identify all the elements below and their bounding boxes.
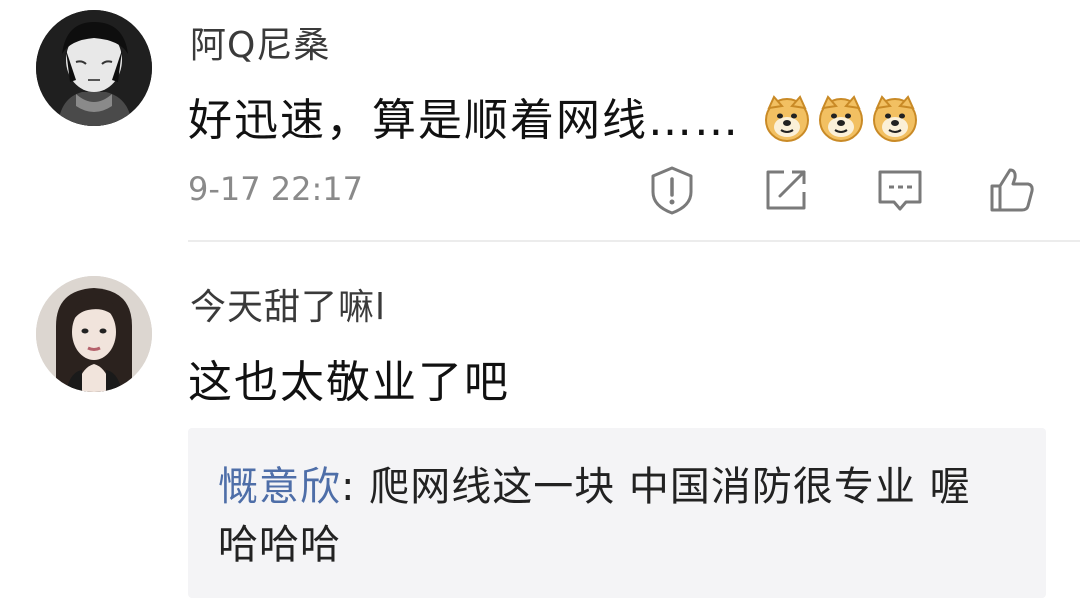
like-icon[interactable]	[986, 164, 1038, 216]
comment-item: 阿Q尼桑 好迅速，算是顺着网线…… 9-17 22:17	[0, 0, 1080, 242]
emoji-group	[762, 94, 920, 144]
reply-author[interactable]: 慨意欣	[218, 464, 341, 510]
comment-actions	[0, 164, 1080, 220]
comment-text: 这也太敬业了吧	[188, 357, 510, 408]
reply-icon[interactable]	[874, 164, 926, 216]
share-icon[interactable]	[760, 164, 812, 216]
comment-text: 好迅速，算是顺着网线……	[188, 84, 920, 148]
username[interactable]: 今天甜了嘛l	[190, 278, 386, 330]
avatar[interactable]	[36, 276, 152, 392]
doge-emoji-icon	[873, 95, 917, 142]
doge-emoji-icon	[765, 95, 809, 142]
reply-content: 慨意欣: 爬网线这一块 中国消防很专业 喔 哈哈哈	[218, 458, 1018, 574]
reply-separator: :	[341, 464, 370, 510]
report-icon[interactable]	[646, 164, 698, 216]
avatar[interactable]	[36, 10, 152, 126]
comment-body: 好迅速，算是顺着网线……	[188, 95, 740, 146]
username[interactable]: 阿Q尼桑	[190, 16, 330, 68]
comment-item: 今天甜了嘛l 这也太敬业了吧 慨意欣: 爬网线这一块 中国消防很专业 喔 哈哈哈	[0, 242, 1080, 598]
doge-emoji-icon	[819, 95, 863, 142]
reply-preview[interactable]: 慨意欣: 爬网线这一块 中国消防很专业 喔 哈哈哈	[188, 428, 1046, 598]
